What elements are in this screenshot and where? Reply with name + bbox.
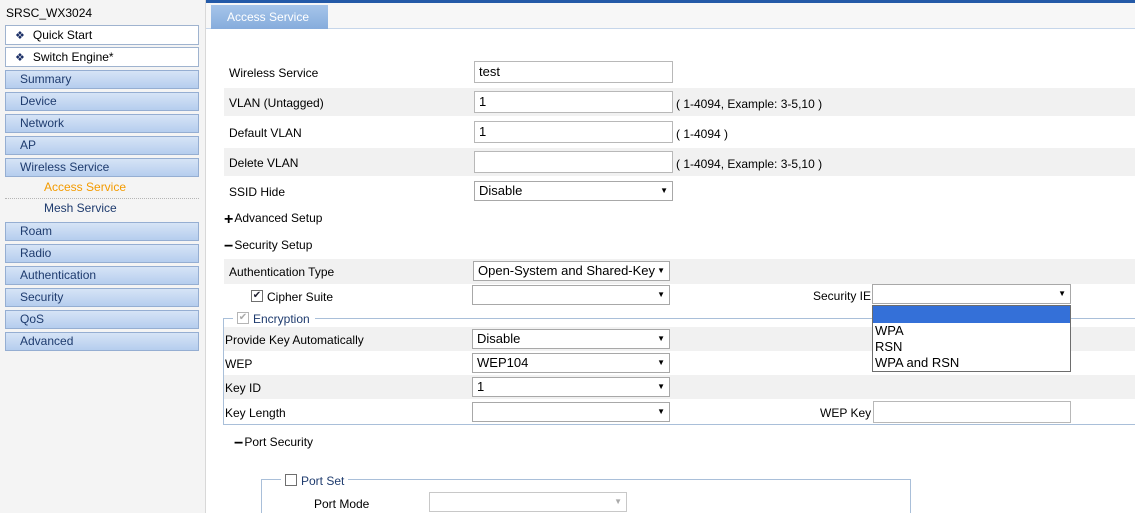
delete-vlan-hint: ( 1-4094, Example: 3-5,10 ) (676, 157, 823, 171)
dropdown-arrow-icon: ▼ (614, 497, 622, 506)
security-setup-toggle[interactable]: −Security Setup (224, 238, 312, 256)
nav-radio[interactable]: Radio (5, 244, 199, 263)
key-id-label: Key ID (225, 381, 262, 395)
security-ie-select[interactable]: ▼ (872, 284, 1071, 304)
key-length-label: Key Length (225, 406, 286, 420)
cipher-suite-checkbox[interactable]: ✔ (251, 290, 263, 302)
ssid-hide-value: Disable (479, 183, 523, 198)
nav-advanced[interactable]: Advanced (5, 332, 199, 351)
key-id-value: 1 (477, 379, 485, 394)
port-security-label: Port Security (244, 435, 314, 449)
ssid-hide-label: SSID Hide (229, 185, 286, 199)
nav-authentication[interactable]: Authentication (5, 266, 199, 285)
wep-key-label: WEP Key (820, 406, 872, 420)
default-vlan-label: Default VLAN (229, 126, 302, 140)
default-vlan-hint: ( 1-4094 ) (676, 127, 729, 141)
encryption-checkbox[interactable]: ✔ (237, 312, 249, 324)
security-ie-option-empty[interactable] (873, 306, 1070, 323)
wep-select[interactable]: WEP104 ▼ (472, 353, 670, 373)
wireless-service-input[interactable]: test (474, 61, 673, 83)
wep-value: WEP104 (477, 355, 529, 370)
quick-start-link[interactable]: ❖ Quick Start (5, 25, 199, 45)
authentication-type-value: Open-System and Shared-Key (478, 263, 656, 278)
dropdown-arrow-icon: ▼ (657, 266, 665, 275)
key-id-select[interactable]: 1 ▼ (472, 377, 670, 397)
tab-bar (206, 3, 1135, 29)
diamond-icon: ❖ (15, 52, 25, 64)
ssid-hide-select[interactable]: Disable ▼ (474, 181, 673, 201)
security-ie-option-rsn[interactable]: RSN (873, 339, 1070, 355)
security-ie-option-wpa-and-rsn[interactable]: WPA and RSN (873, 355, 1070, 371)
encryption-label: Encryption (253, 312, 310, 326)
security-setup-label: Security Setup (234, 238, 313, 252)
wireless-service-label: Wireless Service (229, 66, 319, 80)
port-security-toggle[interactable]: −Port Security (234, 435, 313, 453)
diamond-icon: ❖ (15, 30, 25, 42)
sidebar: SRSC_WX3024 ❖ Quick Start ❖ Switch Engine*… (0, 0, 206, 513)
row-bg (224, 259, 1135, 284)
provide-key-automatically-select[interactable]: Disable ▼ (472, 329, 670, 349)
quick-start-label: Quick Start (32, 28, 93, 42)
security-ie-label: Security IE (813, 289, 872, 303)
fieldset-border (223, 318, 224, 424)
fieldset-border (223, 424, 1135, 425)
collapse-minus-icon: − (224, 238, 234, 255)
dropdown-arrow-icon: ▼ (657, 382, 665, 391)
authentication-type-label: Authentication Type (229, 265, 335, 279)
sub-item-mesh-service[interactable]: Mesh Service (44, 201, 117, 215)
provide-key-automatically-value: Disable (477, 331, 521, 346)
nav-summary[interactable]: Summary (5, 70, 199, 89)
advanced-setup-toggle[interactable]: +Advanced Setup (224, 211, 322, 229)
nav-network[interactable]: Network (5, 114, 199, 133)
fieldset-border (223, 318, 233, 319)
dropdown-arrow-icon: ▼ (657, 334, 665, 343)
nav-qos[interactable]: QoS (5, 310, 199, 329)
provide-key-automatically-label: Provide Key Automatically (225, 333, 364, 347)
cipher-suite-label: Cipher Suite (267, 290, 334, 304)
nav-wireless-service[interactable]: Wireless Service (5, 158, 199, 177)
nav-roam[interactable]: Roam (5, 222, 199, 241)
port-mode-select[interactable]: ▼ (429, 492, 627, 512)
port-set-checkbox[interactable] (285, 474, 297, 486)
sub-item-access-service[interactable]: Access Service (44, 180, 126, 194)
row-bg (224, 375, 1135, 399)
port-mode-label: Port Mode (314, 497, 370, 511)
vlan-untagged-hint: ( 1-4094, Example: 3-5,10 ) (676, 97, 823, 111)
nav-security[interactable]: Security (5, 288, 199, 307)
dropdown-arrow-icon: ▼ (657, 290, 665, 299)
wep-label: WEP (225, 357, 253, 371)
row-bg (224, 59, 1135, 87)
switch-engine-label: Switch Engine* (32, 50, 114, 64)
dropdown-arrow-icon: ▼ (657, 358, 665, 367)
vlan-untagged-label: VLAN (Untagged) (229, 96, 324, 110)
tab-access-service[interactable]: Access Service (211, 5, 328, 29)
delete-vlan-input[interactable] (474, 151, 673, 173)
expand-plus-icon: + (224, 211, 234, 228)
key-length-select[interactable]: ▼ (472, 402, 670, 422)
advanced-setup-label: Advanced Setup (234, 211, 323, 225)
authentication-type-select[interactable]: Open-System and Shared-Key ▼ (473, 261, 670, 281)
fieldset-border (910, 479, 911, 513)
cipher-suite-select[interactable]: ▼ (472, 285, 670, 305)
nav-ap[interactable]: AP (5, 136, 199, 155)
wep-key-input[interactable] (873, 401, 1071, 423)
dropdown-arrow-icon: ▼ (660, 186, 668, 195)
switch-engine-link[interactable]: ❖ Switch Engine* (5, 47, 199, 67)
port-set-label: Port Set (301, 474, 345, 488)
dropdown-arrow-icon: ▼ (1058, 289, 1066, 298)
dropdown-arrow-icon: ▼ (657, 407, 665, 416)
vlan-untagged-input[interactable]: 1 (474, 91, 673, 113)
delete-vlan-label: Delete VLAN (229, 156, 299, 170)
security-ie-dropdown-list: WPA RSN WPA and RSN (872, 305, 1071, 372)
fieldset-border (348, 479, 911, 480)
security-ie-option-wpa[interactable]: WPA (873, 323, 1070, 339)
collapse-minus-icon: − (234, 435, 244, 452)
device-name: SRSC_WX3024 (6, 6, 93, 20)
divider (5, 198, 199, 199)
default-vlan-input[interactable]: 1 (474, 121, 673, 143)
fieldset-border (261, 479, 281, 480)
nav-device[interactable]: Device (5, 92, 199, 111)
fieldset-border (261, 479, 262, 513)
